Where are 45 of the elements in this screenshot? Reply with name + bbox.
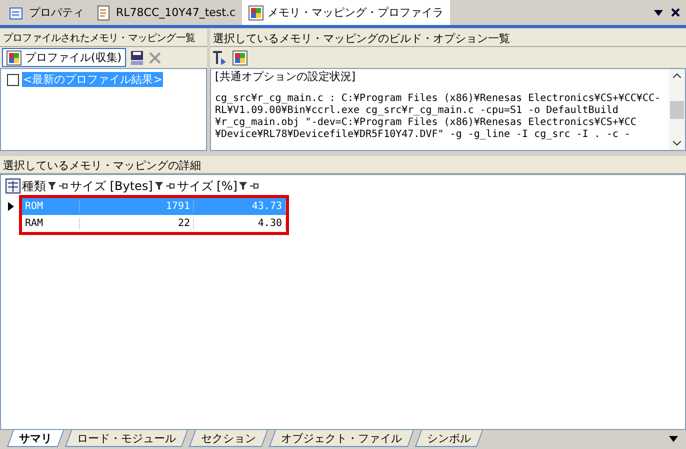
document-tab[interactable]: プロパティ bbox=[3, 0, 90, 25]
table-cell: ROM bbox=[22, 201, 80, 212]
tab-label: RL78CC_10Y47_test.c bbox=[116, 6, 236, 19]
chevron-up-icon[interactable] bbox=[673, 73, 681, 78]
tab-label: プロパティ bbox=[29, 5, 84, 20]
column-header[interactable]: サイズ [%] bbox=[176, 178, 260, 194]
column-header[interactable]: 種類 bbox=[21, 178, 69, 194]
document-icon bbox=[96, 4, 112, 20]
chevron-down-icon[interactable] bbox=[673, 141, 681, 146]
table-cell: RAM bbox=[22, 218, 80, 229]
filter-pin-icon[interactable] bbox=[239, 181, 260, 191]
row-pointer-icon bbox=[8, 202, 14, 211]
table-cell: 22 bbox=[80, 218, 194, 229]
sheet-tab[interactable]: セクション bbox=[188, 430, 268, 447]
grid-color-icon bbox=[232, 50, 248, 66]
build-options-text: cg_src¥r_cg_main.c : C:¥Program Files (x86)¥Renesas Electronics¥CS+¥CC¥CC- RL¥V1.09.00¥Bin¥ccrl.exe cg_src¥r_cg_main.c -cpu=S1 -o DefaultBuild ¥r_cg_main.obj "-dev=C:¥Program Files (x86)¥Renesas Electronics¥CS+¥CC ¥Device¥RL78¥Devicefile¥DR5F10Y47.DVF" -g -g_line -I cg_src -I . -c - bbox=[215, 93, 662, 141]
grid-color-icon bbox=[248, 4, 264, 20]
column-chooser-icon[interactable] bbox=[5, 178, 21, 194]
properties-icon bbox=[9, 4, 25, 20]
scrollbar[interactable] bbox=[669, 69, 685, 150]
sheet-tab[interactable]: ロード・モジュール bbox=[64, 430, 188, 447]
document-tab[interactable]: RL78CC_10Y47_test.c bbox=[90, 0, 242, 25]
pane-title: プロファイルされたメモリ・マッピング一覧 bbox=[0, 29, 207, 47]
close-icon[interactable] bbox=[671, 8, 680, 17]
column-header[interactable]: サイズ [Bytes] bbox=[69, 178, 176, 194]
filter-pin-icon[interactable] bbox=[154, 181, 175, 191]
table-cell: 1791 bbox=[80, 201, 194, 212]
scroll-thumb[interactable] bbox=[670, 100, 684, 118]
profile-button[interactable]: プロファイル(収集) bbox=[2, 48, 126, 67]
tab-label: メモリ・マッピング・プロファイラ bbox=[268, 5, 444, 20]
filter-pin-icon[interactable] bbox=[48, 181, 68, 191]
options-heading: [共通オプションの設定状況] bbox=[215, 71, 357, 83]
table-cell: 4.30 bbox=[194, 218, 286, 229]
grid-color-icon bbox=[6, 50, 22, 66]
checkbox[interactable] bbox=[7, 74, 19, 86]
document-tab[interactable]: メモリ・マッピング・プロファイラ bbox=[242, 0, 450, 25]
pane-title: 選択しているメモリ・マッピングのビルド・オプション一覧 bbox=[210, 29, 686, 47]
pane-title: 選択しているメモリ・マッピングの詳細 bbox=[0, 156, 686, 174]
dropdown-icon[interactable] bbox=[669, 436, 678, 442]
save-icon[interactable] bbox=[130, 50, 144, 66]
table-cell: 43.73 bbox=[194, 201, 286, 212]
dropdown-icon[interactable] bbox=[654, 10, 663, 16]
sheet-tab[interactable]: オブジェクト・ファイル bbox=[268, 430, 414, 447]
sheet-tab[interactable]: シンボル bbox=[414, 430, 484, 447]
sheet-tab[interactable]: サマリ bbox=[6, 430, 64, 447]
